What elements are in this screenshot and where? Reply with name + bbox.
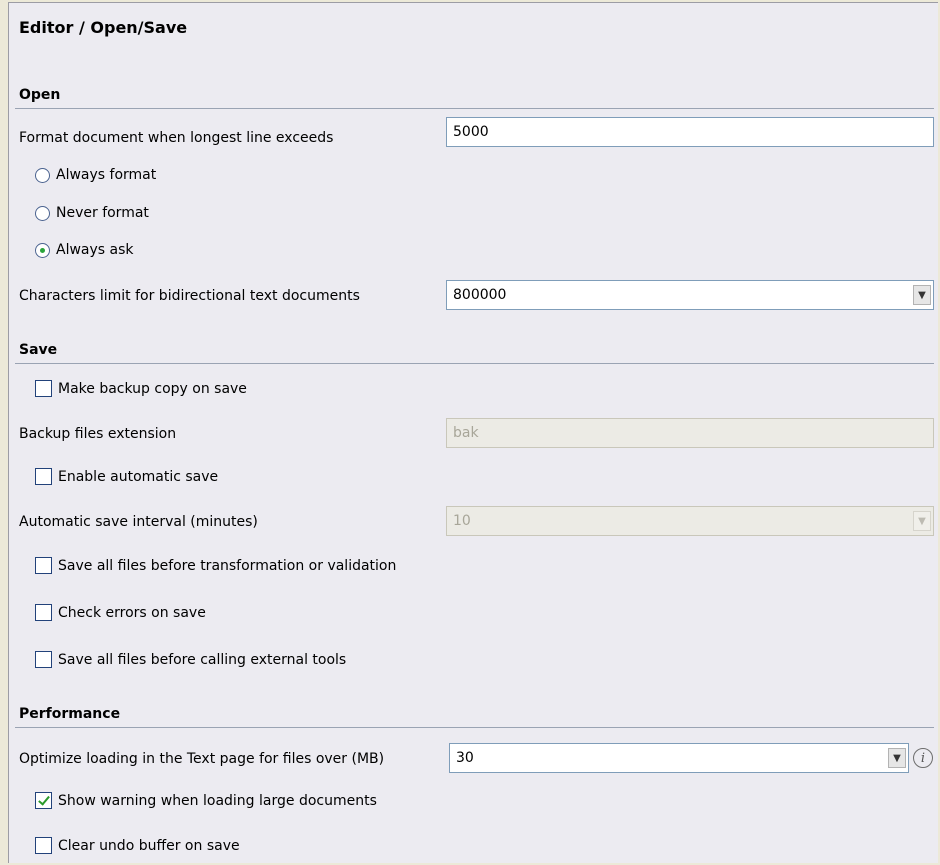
checkbox[interactable] xyxy=(35,557,52,574)
checkbox[interactable] xyxy=(35,837,52,854)
radio-button[interactable] xyxy=(35,205,50,221)
radio-button[interactable] xyxy=(35,167,50,183)
info-icon[interactable]: i xyxy=(913,748,933,768)
checkbox-save-before-transform[interactable]: Save all files before transformation or … xyxy=(35,557,396,574)
chevron-down-icon[interactable]: ▼ xyxy=(913,511,931,531)
checkbox[interactable] xyxy=(35,604,52,621)
radio-always-format[interactable]: Always format xyxy=(35,167,156,183)
backup-extension-input[interactable]: bak xyxy=(446,418,934,448)
radio-never-format[interactable]: Never format xyxy=(35,205,149,221)
section-heading-performance: Performance xyxy=(19,706,121,722)
section-divider xyxy=(15,108,934,109)
bidi-limit-label: Characters limit for bidirectional text … xyxy=(19,288,360,304)
checkbox-clear-undo[interactable]: Clear undo buffer on save xyxy=(35,837,240,854)
checkbox-show-large-warning[interactable]: Show warning when loading large document… xyxy=(35,792,377,809)
checkbox[interactable] xyxy=(35,651,52,668)
optimize-loading-combo[interactable]: 30 ▼ xyxy=(449,743,909,773)
checkbox[interactable] xyxy=(35,380,52,397)
checkbox-save-before-tools[interactable]: Save all files before calling external t… xyxy=(35,651,346,668)
section-heading-open: Open xyxy=(19,87,61,103)
radio-always-ask[interactable]: Always ask xyxy=(35,242,134,258)
checkbox[interactable] xyxy=(35,468,52,485)
chevron-down-icon[interactable]: ▼ xyxy=(913,285,931,305)
format-threshold-label: Format document when longest line exceed… xyxy=(19,130,334,146)
section-divider xyxy=(15,363,934,364)
checkbox-checked[interactable] xyxy=(35,792,52,809)
checkbox-enable-autosave[interactable]: Enable automatic save xyxy=(35,468,218,485)
optimize-loading-label: Optimize loading in the Text page for fi… xyxy=(19,751,385,767)
preferences-panel: Editor / Open/Save Open Format document … xyxy=(8,2,938,863)
chevron-down-icon[interactable]: ▼ xyxy=(888,748,906,768)
checkbox-make-backup[interactable]: Make backup copy on save xyxy=(35,380,247,397)
page-title: Editor / Open/Save xyxy=(19,18,188,37)
format-threshold-input[interactable]: 5000 xyxy=(446,117,934,147)
radio-button-selected[interactable] xyxy=(35,242,50,258)
autosave-interval-label: Automatic save interval (minutes) xyxy=(19,514,258,530)
bidi-limit-combo[interactable]: 800000 ▼ xyxy=(446,280,934,310)
section-heading-save: Save xyxy=(19,342,58,358)
section-divider xyxy=(15,727,934,728)
autosave-interval-combo[interactable]: 10 ▼ xyxy=(446,506,934,536)
backup-extension-label: Backup files extension xyxy=(19,426,177,442)
checkbox-check-errors[interactable]: Check errors on save xyxy=(35,604,206,621)
